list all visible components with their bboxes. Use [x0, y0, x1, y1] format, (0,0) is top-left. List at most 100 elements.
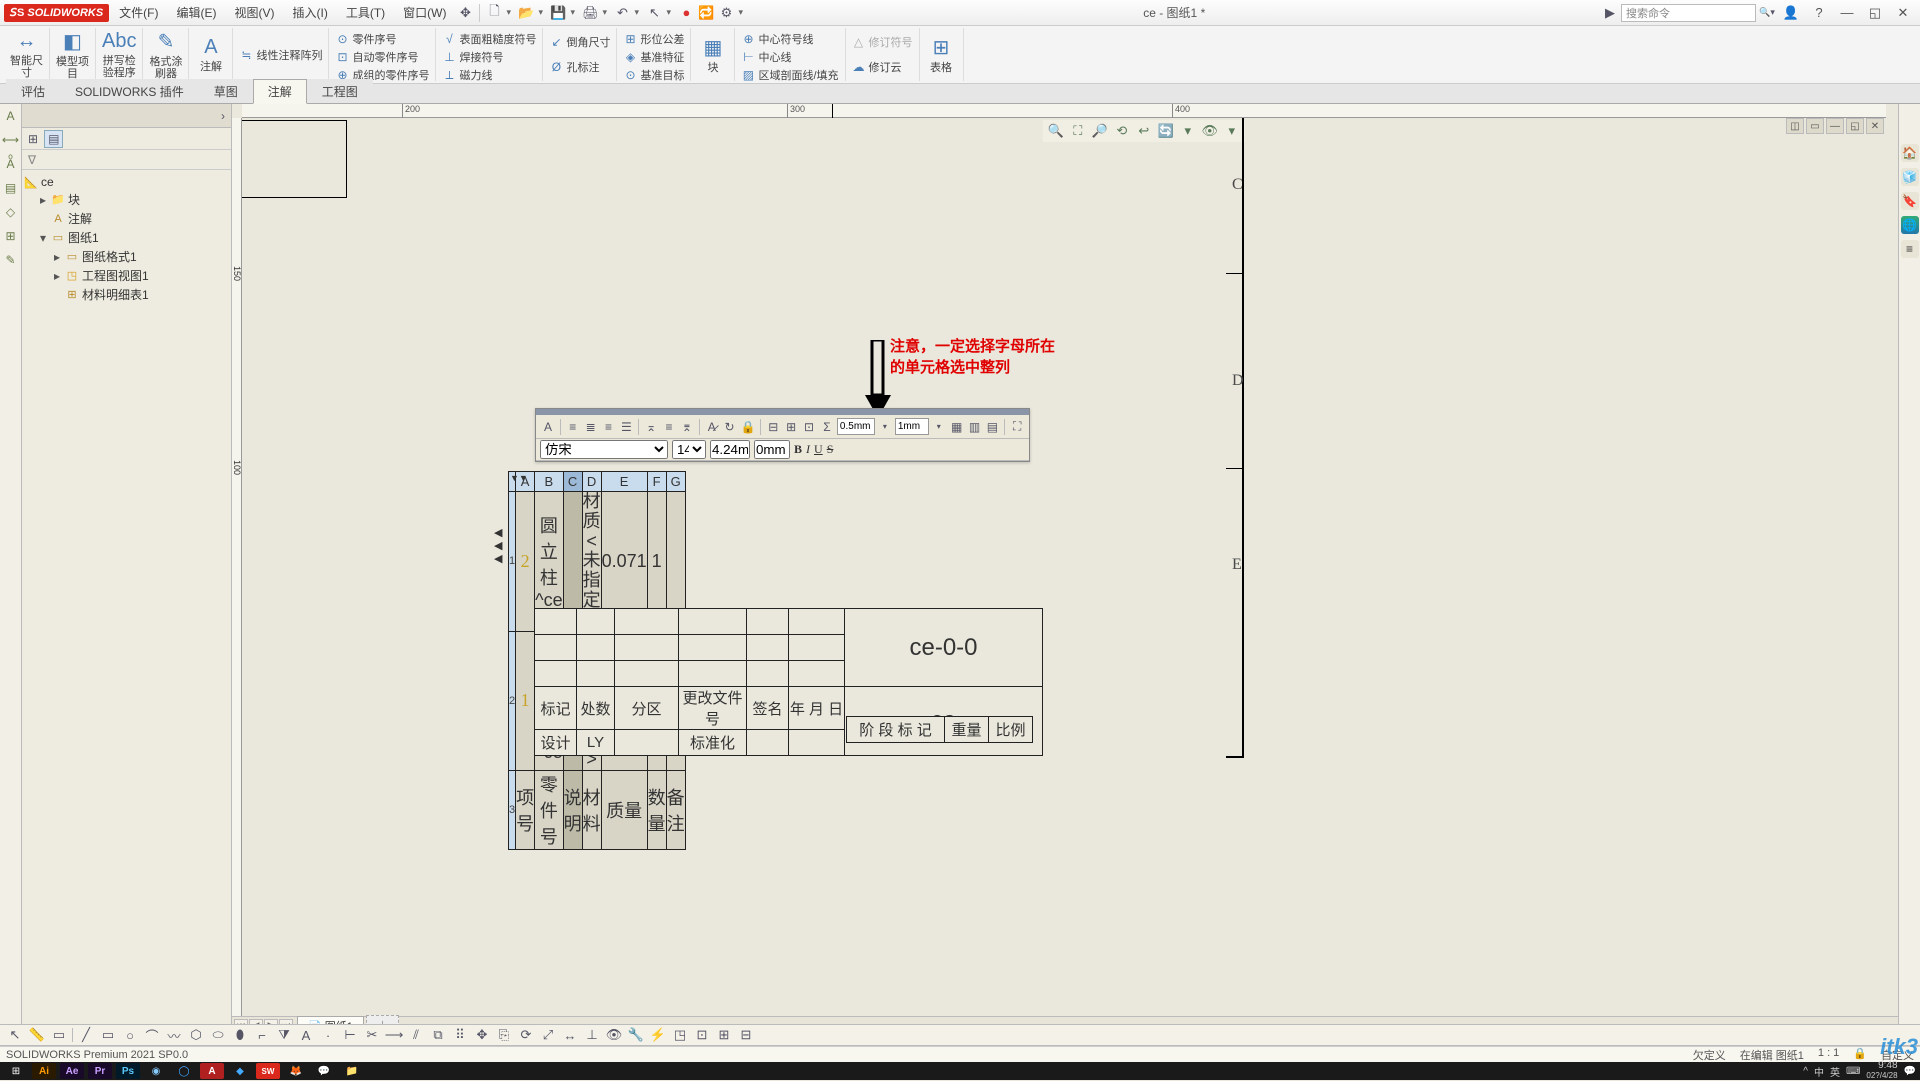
tblk-mark[interactable]: 标记: [535, 687, 577, 730]
menu-edit[interactable]: 编辑(E): [169, 1, 225, 24]
drawing-view-outline[interactable]: [242, 120, 347, 198]
bt-centerline-icon[interactable]: ⊢: [341, 1026, 359, 1044]
rail-dim-icon[interactable]: ⟷: [3, 132, 19, 148]
bt-smartdim-icon[interactable]: 📏: [28, 1026, 46, 1044]
rr-layer-icon[interactable]: ≡: [1901, 240, 1919, 258]
tblk2-stage[interactable]: 阶 段 标 记: [847, 717, 945, 743]
tblk-count[interactable]: 处数: [577, 687, 615, 730]
bt-extend-icon[interactable]: ⟶: [385, 1026, 403, 1044]
rb-smart-dim[interactable]: ↔智能尺寸: [4, 28, 50, 81]
tray-date[interactable]: 02?/4/28: [1866, 1071, 1897, 1080]
tb-explorer-icon[interactable]: 📁: [340, 1063, 364, 1079]
menu-insert[interactable]: 插入(I): [285, 1, 336, 24]
bt-poly-icon[interactable]: ⬡: [187, 1026, 205, 1044]
tb-acad-icon[interactable]: A: [200, 1063, 224, 1079]
tb-wechat-icon[interactable]: 💬: [312, 1063, 336, 1079]
tb-ps-icon[interactable]: Ps: [116, 1063, 140, 1079]
rb-weld-symbol[interactable]: ⊥焊接符号: [440, 48, 538, 66]
strike-icon[interactable]: S: [827, 442, 834, 457]
save-icon[interactable]: 💾: [549, 4, 567, 22]
tb-start-icon[interactable]: ⊞: [4, 1063, 28, 1079]
bt-relation-icon[interactable]: ⊥: [583, 1026, 601, 1044]
tb-pr-icon[interactable]: Pr: [88, 1063, 112, 1079]
valign-bot-icon[interactable]: ⌆: [679, 418, 695, 436]
rb-area-hatch[interactable]: ▨区域剖面线/填充: [739, 66, 840, 84]
tblk2-scale[interactable]: 比例: [989, 717, 1033, 743]
bt-misc3-icon[interactable]: ⊟: [737, 1026, 755, 1044]
options-icon[interactable]: ⚙: [717, 4, 735, 22]
bt-trim-icon[interactable]: ✂: [363, 1026, 381, 1044]
rb-format-painter[interactable]: ✎格式涂刷器: [143, 28, 189, 81]
rail-layer-icon[interactable]: ▤: [3, 180, 19, 196]
insert-icon[interactable]: ⊡: [801, 418, 817, 436]
rotate-icon2[interactable]: ↻: [722, 418, 738, 436]
rr-tag-icon[interactable]: 🔖: [1901, 192, 1919, 210]
bt-misc1-icon[interactable]: ⊡: [693, 1026, 711, 1044]
search-dd[interactable]: 🔍▾: [1758, 4, 1776, 22]
close-icon[interactable]: ✕: [1890, 3, 1916, 23]
tblk-empty1[interactable]: [615, 730, 679, 756]
bt-arc-icon[interactable]: ⌒: [143, 1026, 161, 1044]
tray-ime1[interactable]: 中: [1814, 1064, 1824, 1079]
cell-3e[interactable]: 质量: [601, 771, 647, 850]
tree-sheet1[interactable]: ▾▭图纸1: [24, 228, 229, 247]
bold-icon[interactable]: B: [794, 442, 802, 457]
tb-steam-icon[interactable]: ◉: [144, 1063, 168, 1079]
rail-text-icon[interactable]: Aͦ: [3, 156, 19, 172]
cell-3b[interactable]: 零件号: [535, 771, 563, 850]
cell-3c[interactable]: 说明: [563, 771, 582, 850]
cell-3g[interactable]: 备注: [666, 771, 685, 850]
bt-move-icon[interactable]: ✥: [473, 1026, 491, 1044]
bt-pattern-icon[interactable]: ⠿: [451, 1026, 469, 1044]
row-header-3[interactable]: 3: [509, 771, 516, 850]
split-icon[interactable]: ⊞: [783, 418, 799, 436]
rb-revision-cloud[interactable]: ☁修订云: [850, 58, 915, 76]
tblk-date[interactable]: 年 月 日: [789, 687, 845, 730]
underline-icon[interactable]: U: [814, 442, 823, 457]
view-icon[interactable]: 👁: [1201, 122, 1219, 140]
zoom-fit-icon[interactable]: 🔍: [1047, 122, 1065, 140]
grid1-icon[interactable]: ▦: [949, 418, 965, 436]
col-header-c[interactable]: C: [563, 472, 582, 492]
tb-firefox-icon[interactable]: 🦊: [284, 1063, 308, 1079]
tab-swaddins[interactable]: SOLIDWORKS 插件: [60, 79, 199, 103]
bt-display-icon[interactable]: 👁: [605, 1026, 623, 1044]
child-min-icon[interactable]: —: [1826, 118, 1844, 134]
tab-sketch[interactable]: 草图: [199, 79, 253, 103]
tab-annotation[interactable]: 注解: [253, 79, 307, 104]
tb-ai-icon[interactable]: Ai: [32, 1063, 56, 1079]
valign-top-icon[interactable]: ⌅: [643, 418, 659, 436]
grid3-icon[interactable]: ▤: [984, 418, 1000, 436]
rebuild-icon[interactable]: 🔁: [697, 4, 715, 22]
maximize-icon[interactable]: ◱: [1862, 3, 1888, 23]
bt-rotate-icon[interactable]: ⟳: [517, 1026, 535, 1044]
tblk-empty2[interactable]: [747, 730, 789, 756]
rb-surface-finish[interactable]: √表面粗糙度符号: [440, 30, 538, 48]
bt-fillet-icon[interactable]: ⌐: [253, 1026, 271, 1044]
rb-gtol[interactable]: ⊞形位公差: [621, 30, 686, 48]
merge-icon[interactable]: ⊟: [765, 418, 781, 436]
tb-edge-icon[interactable]: ◯: [172, 1063, 196, 1079]
tab-drawing[interactable]: 工程图: [307, 79, 373, 103]
tb-sw-icon[interactable]: SW: [256, 1063, 280, 1079]
print-icon[interactable]: 🖨: [581, 4, 599, 22]
size-select[interactable]: 14: [672, 440, 706, 459]
bt-scale-icon[interactable]: ⤢: [539, 1026, 557, 1044]
bt-circle-icon[interactable]: ○: [121, 1026, 139, 1044]
tblk-changefile[interactable]: 更改文件号: [679, 687, 747, 730]
tab-evaluate[interactable]: 评估: [6, 79, 60, 103]
child-close-icon[interactable]: ✕: [1866, 118, 1884, 134]
rb-centerline[interactable]: ⊢中心线: [739, 48, 840, 66]
thin-dd[interactable]: ▾: [931, 418, 947, 436]
bt-chamfer-icon[interactable]: ⧩: [275, 1026, 293, 1044]
tree-blocks[interactable]: ▸📁块: [24, 190, 229, 209]
rb-auto-balloon[interactable]: ⊡自动零件序号: [333, 48, 431, 66]
row-drag-handle[interactable]: ◀◀◀: [494, 526, 502, 565]
child-tile-icon[interactable]: ▭: [1806, 118, 1824, 134]
search-run-icon[interactable]: ▶: [1601, 4, 1619, 22]
italic-icon[interactable]: I: [806, 442, 810, 457]
rb-tables[interactable]: ⊞表格: [920, 28, 964, 81]
tblk-sign[interactable]: 签名: [747, 687, 789, 730]
new-icon[interactable]: 🗋: [485, 4, 503, 22]
tblk-designer[interactable]: LY: [577, 730, 615, 756]
